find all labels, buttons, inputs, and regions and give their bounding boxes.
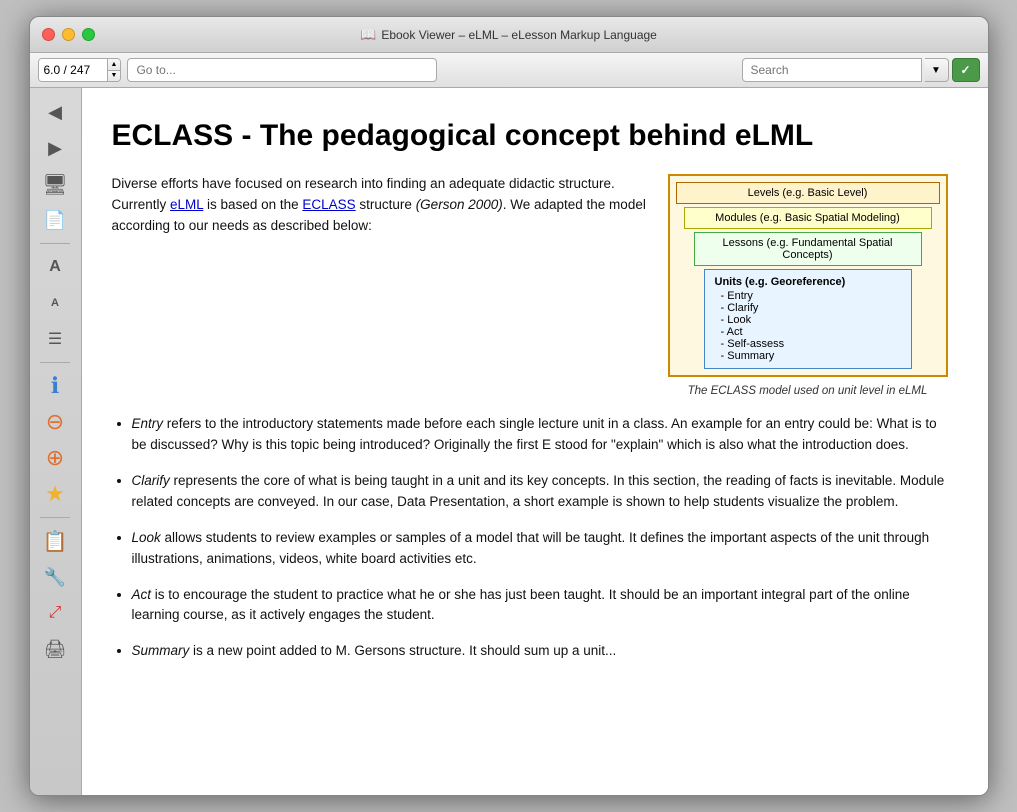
eclass-diagram: Levels (e.g. Basic Level) Modules (e.g. … [668, 174, 948, 377]
lines-button[interactable]: ☰ [37, 323, 73, 355]
diagram-level-label: Levels (e.g. Basic Level) [676, 182, 940, 204]
diagram-lesson-label: Lessons (e.g. Fundamental Spatial Concep… [694, 232, 922, 266]
info-icon: ℹ [51, 373, 59, 399]
document-button[interactable]: 📄 [37, 204, 73, 236]
printer-icon: 🖨 [44, 639, 67, 660]
monitor-button[interactable]: 🖥 [37, 168, 73, 200]
wrench-icon: 🔧 [44, 567, 66, 588]
main-area: ◀ ▶ 🖥 📄 A A ☰ ℹ [30, 88, 988, 795]
goto-input[interactable] [127, 58, 437, 82]
font-larger-icon: A [49, 258, 61, 276]
bullet-summary-term: Summary [132, 643, 190, 658]
page-title: ECLASS - The pedagogical concept behind … [112, 118, 948, 154]
diagram-unit-title: Units (e.g. Georeference) [715, 276, 901, 288]
lines-icon: ☰ [48, 329, 62, 349]
sidebar-divider-3 [40, 517, 70, 518]
content-area[interactable]: ECLASS - The pedagogical concept behind … [82, 88, 988, 795]
forward-circle-icon: ⊕ [46, 445, 64, 471]
window-icon: 📖 [360, 27, 376, 43]
back-arrow-icon: ◀ [48, 102, 62, 123]
font-larger-button[interactable]: A [37, 251, 73, 283]
back-circle-button[interactable]: ⊖ [37, 406, 73, 438]
unit-item-clarify: Clarify [721, 302, 901, 314]
unit-item-self-assess: Self-assess [721, 338, 901, 350]
forward-arrow-icon: ▶ [48, 138, 62, 159]
elml-link[interactable]: eLML [170, 197, 203, 212]
bullet-act-term: Act [132, 587, 152, 602]
page-input[interactable] [39, 59, 107, 81]
search-input[interactable] [742, 58, 922, 82]
intro-paragraph: Diverse efforts have focused on research… [112, 174, 648, 237]
maximize-button[interactable] [82, 28, 95, 41]
list-doc-button[interactable]: 📋 [37, 525, 73, 557]
traffic-lights [42, 28, 95, 41]
page-decrement-button[interactable]: ▼ [108, 71, 121, 82]
intro-text-col: Diverse efforts have focused on research… [112, 174, 648, 397]
monitor-icon: 🖥 [42, 172, 67, 197]
sidebar-divider-1 [40, 243, 70, 244]
search-go-icon: ✓ [960, 63, 970, 77]
window-title: 📖 Ebook Viewer – eLML – eLesson Markup L… [360, 27, 657, 43]
search-group: ▼ ✓ [742, 58, 980, 82]
font-smaller-button[interactable]: A [37, 287, 73, 319]
diagram-module-label: Modules (e.g. Basic Spatial Modeling) [684, 207, 932, 229]
title-bar: 📖 Ebook Viewer – eLML – eLesson Markup L… [30, 17, 988, 53]
font-smaller-icon: A [51, 297, 59, 309]
page-stepper: ▲ ▼ [107, 59, 121, 81]
gerson-ref: (Gerson 2000) [416, 197, 503, 212]
diagram-units: Units (e.g. Georeference) Entry Clarify … [704, 269, 912, 369]
info-button[interactable]: ℹ [37, 370, 73, 402]
list-doc-icon: 📋 [43, 529, 68, 554]
forward-arrow-button[interactable]: ▶ [37, 132, 73, 164]
bullet-clarify: Clarify represents the core of what is b… [132, 470, 948, 513]
diagram-unit-list: Entry Clarify Look Act Self-assess Summa… [715, 290, 901, 362]
bullet-clarify-term: Clarify [132, 473, 170, 488]
page-increment-button[interactable]: ▲ [108, 59, 121, 71]
intro-section: Diverse efforts have focused on research… [112, 174, 948, 397]
unit-item-act: Act [721, 326, 901, 338]
unit-item-entry: Entry [721, 290, 901, 302]
wrench-button[interactable]: 🔧 [37, 561, 73, 593]
bullet-summary: Summary is a new point added to M. Gerso… [132, 640, 948, 662]
eclass-diagram-col: Levels (e.g. Basic Level) Modules (e.g. … [668, 174, 948, 397]
search-dropdown-button[interactable]: ▼ [925, 58, 949, 82]
resize-icon: ⤢ [49, 604, 62, 622]
bullet-act: Act is to encourage the student to pract… [132, 584, 948, 627]
sidebar: ◀ ▶ 🖥 📄 A A ☰ ℹ [30, 88, 82, 795]
application-window: 📖 Ebook Viewer – eLML – eLesson Markup L… [29, 16, 989, 796]
page-navigation: ▲ ▼ [38, 58, 122, 82]
bullet-look: Look allows students to review examples … [132, 527, 948, 570]
forward-circle-button[interactable]: ⊕ [37, 442, 73, 474]
bullet-entry-term: Entry [132, 416, 164, 431]
minimize-button[interactable] [62, 28, 75, 41]
close-button[interactable] [42, 28, 55, 41]
bullet-entry: Entry refers to the introductory stateme… [132, 413, 948, 456]
unit-item-summary: Summary [721, 350, 901, 362]
diagram-caption: The ECLASS model used on unit level in e… [668, 385, 948, 397]
back-circle-icon: ⊖ [46, 409, 64, 435]
star-icon: ★ [45, 481, 65, 507]
eclass-link[interactable]: ECLASS [302, 197, 355, 212]
document-icon: 📄 [44, 210, 66, 231]
toolbar: ▲ ▼ ▼ ✓ [30, 53, 988, 88]
unit-item-look: Look [721, 314, 901, 326]
bookmark-button[interactable]: ★ [37, 478, 73, 510]
print-button[interactable]: 🖨 [37, 633, 73, 665]
back-arrow-button[interactable]: ◀ [37, 96, 73, 128]
bullet-look-term: Look [132, 530, 161, 545]
resize-button[interactable]: ⤢ [37, 597, 73, 629]
search-go-button[interactable]: ✓ [952, 58, 980, 82]
bullet-list: Entry refers to the introductory stateme… [112, 413, 948, 662]
sidebar-divider-2 [40, 362, 70, 363]
